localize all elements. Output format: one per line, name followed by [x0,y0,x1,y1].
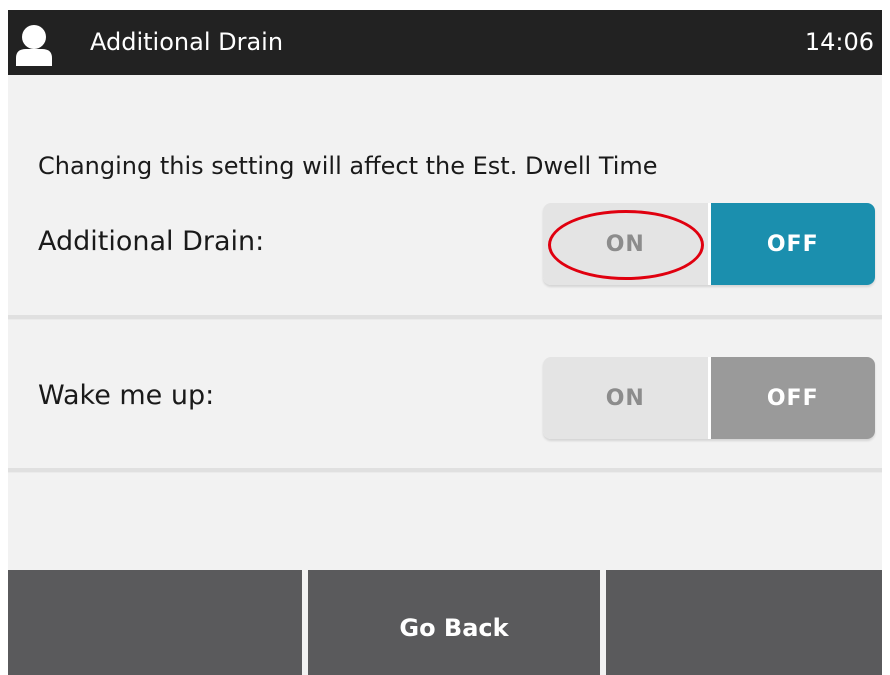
device-screen: Additional Drain 14:06 Changing this set… [8,10,882,675]
additional-drain-off-button[interactable]: OFF [710,203,875,285]
user-icon [16,25,52,66]
additional-drain-toggle[interactable]: ON OFF [543,203,875,285]
clock: 14:06 [804,28,874,56]
dwell-time-notice: Changing this setting will affect the Es… [38,152,658,180]
footer-right-button[interactable] [606,570,882,675]
screen-title: Additional Drain [90,28,284,56]
wake-me-up-off-button[interactable]: OFF [710,357,875,439]
header-bar: Additional Drain 14:06 [8,10,882,75]
additional-drain-label: Additional Drain: [38,226,265,257]
additional-drain-on-button[interactable]: ON [543,203,711,285]
divider [8,315,882,320]
wake-me-up-on-button[interactable]: ON [543,357,711,439]
go-back-button[interactable]: Go Back [308,570,600,675]
wake-me-up-toggle[interactable]: ON OFF [543,357,875,439]
divider [8,468,882,473]
footer-left-button[interactable] [8,570,302,675]
wake-me-up-label: Wake me up: [38,380,215,411]
footer-bar: Go Back [8,570,882,675]
